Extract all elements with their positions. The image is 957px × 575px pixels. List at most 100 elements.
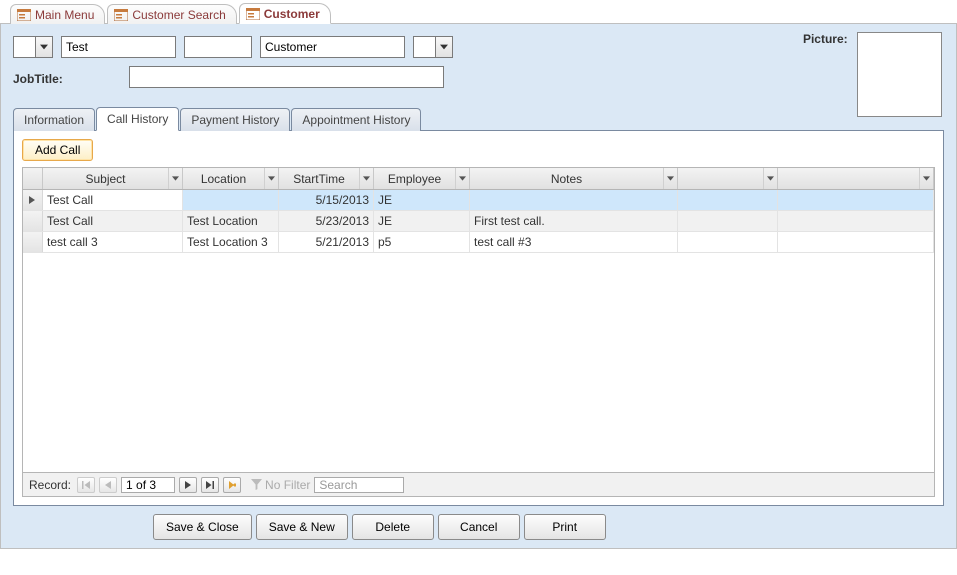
delete-button[interactable]: Delete <box>352 514 434 540</box>
chevron-down-icon[interactable] <box>919 168 933 189</box>
form-content: Picture: JobTitle: Information Call Hist… <box>0 24 957 549</box>
column-label: Location <box>183 172 264 186</box>
tab-customer-label: Customer <box>264 7 320 21</box>
cell-subject[interactable]: test call 3 <box>43 232 183 252</box>
suffix-combo[interactable] <box>413 36 453 58</box>
funnel-icon <box>251 479 262 490</box>
cell-starttime[interactable]: 5/21/2013 <box>279 232 374 252</box>
picture-frame[interactable] <box>857 32 942 117</box>
grid-header: Subject Location StartTime Employee <box>23 168 934 190</box>
tab-customer[interactable]: Customer <box>239 3 331 24</box>
nav-last-button[interactable] <box>201 477 219 493</box>
cell-employee[interactable]: JE <box>374 211 470 231</box>
cell-location[interactable]: Test Location 3 <box>183 232 279 252</box>
cell-subject[interactable]: Test Call <box>43 190 183 210</box>
cancel-button[interactable]: Cancel <box>438 514 520 540</box>
chevron-down-icon[interactable] <box>663 168 677 189</box>
form-icon <box>17 9 31 21</box>
tab-appointment-history[interactable]: Appointment History <box>291 108 421 131</box>
tab-customer-search[interactable]: Customer Search <box>107 4 236 24</box>
table-row[interactable]: test call 3 Test Location 3 5/21/2013 p5… <box>23 232 934 253</box>
cell-empty[interactable] <box>678 232 778 252</box>
table-row[interactable]: Test Call 5/15/2013 JE <box>23 190 934 211</box>
tab-information[interactable]: Information <box>13 108 95 131</box>
cell-employee[interactable]: JE <box>374 190 470 210</box>
chevron-down-icon[interactable] <box>359 168 373 189</box>
column-header-employee[interactable]: Employee <box>374 168 470 189</box>
tab-call-history[interactable]: Call History <box>96 107 179 131</box>
call-history-panel: Add Call Subject Location StartTime <box>13 130 944 506</box>
jobtitle-input[interactable] <box>129 66 444 88</box>
row-selector[interactable] <box>23 211 43 231</box>
cell-starttime[interactable]: 5/15/2013 <box>279 190 374 210</box>
chevron-down-icon[interactable] <box>264 168 278 189</box>
column-header-notes[interactable]: Notes <box>470 168 678 189</box>
form-icon <box>246 8 260 20</box>
nav-new-button[interactable] <box>223 477 241 493</box>
column-label: Employee <box>374 172 455 186</box>
filter-indicator[interactable]: No Filter <box>251 478 310 492</box>
tab-payment-history[interactable]: Payment History <box>180 108 290 131</box>
table-row[interactable]: Test Call Test Location 5/23/2013 JE Fir… <box>23 211 934 232</box>
grid-body[interactable]: Test Call 5/15/2013 JE Test Call Test Lo… <box>23 190 934 472</box>
call-history-grid: Subject Location StartTime Employee <box>22 167 935 497</box>
cell-notes[interactable] <box>470 190 678 210</box>
picture-label: Picture: <box>803 32 848 46</box>
footer-button-bar: Save & Close Save & New Delete Cancel Pr… <box>153 514 944 540</box>
chevron-down-icon[interactable] <box>455 168 469 189</box>
row-selector[interactable] <box>23 232 43 252</box>
print-button[interactable]: Print <box>524 514 606 540</box>
cell-notes[interactable]: First test call. <box>470 211 678 231</box>
cell-empty[interactable] <box>678 190 778 210</box>
nav-prev-button[interactable] <box>99 477 117 493</box>
jobtitle-label: JobTitle: <box>13 72 63 86</box>
add-call-button[interactable]: Add Call <box>22 139 93 161</box>
column-label: StartTime <box>279 172 359 186</box>
last-name-input[interactable] <box>260 36 405 58</box>
save-new-button[interactable]: Save & New <box>256 514 348 540</box>
cell-notes[interactable]: test call #3 <box>470 232 678 252</box>
record-position-input[interactable] <box>121 477 175 493</box>
form-icon <box>114 9 128 21</box>
tab-main-menu[interactable]: Main Menu <box>10 4 105 24</box>
tab-main-menu-label: Main Menu <box>35 8 94 22</box>
save-close-button[interactable]: Save & Close <box>153 514 252 540</box>
cell-location[interactable] <box>183 190 279 210</box>
cell-empty[interactable] <box>678 211 778 231</box>
nav-first-button[interactable] <box>77 477 95 493</box>
middle-name-input[interactable] <box>184 36 252 58</box>
column-header-empty[interactable] <box>778 168 934 189</box>
picture-section: Picture: <box>803 32 942 120</box>
chevron-down-icon[interactable] <box>435 36 453 58</box>
no-filter-label: No Filter <box>265 478 310 492</box>
prefix-input[interactable] <box>13 36 35 58</box>
nav-next-button[interactable] <box>179 477 197 493</box>
record-label: Record: <box>29 478 71 492</box>
cell-empty[interactable] <box>778 232 934 252</box>
column-header-starttime[interactable]: StartTime <box>279 168 374 189</box>
column-header-location[interactable]: Location <box>183 168 279 189</box>
top-tab-bar: Main Menu Customer Search Customer <box>0 0 957 24</box>
row-selector[interactable] <box>23 190 43 210</box>
cell-location[interactable]: Test Location <box>183 211 279 231</box>
select-all-corner[interactable] <box>23 168 43 189</box>
cell-subject[interactable]: Test Call <box>43 211 183 231</box>
column-label: Subject <box>43 172 168 186</box>
cell-empty[interactable] <box>778 190 934 210</box>
column-header-empty[interactable] <box>678 168 778 189</box>
chevron-down-icon[interactable] <box>168 168 182 189</box>
cell-starttime[interactable]: 5/23/2013 <box>279 211 374 231</box>
tab-customer-search-label: Customer Search <box>132 8 225 22</box>
prefix-combo[interactable] <box>13 36 53 58</box>
column-header-subject[interactable]: Subject <box>43 168 183 189</box>
column-label: Notes <box>470 172 663 186</box>
first-name-input[interactable] <box>61 36 176 58</box>
record-navigator: Record: No Filter <box>23 472 934 496</box>
current-row-icon <box>29 196 37 204</box>
record-search-input[interactable] <box>314 477 404 493</box>
chevron-down-icon[interactable] <box>763 168 777 189</box>
chevron-down-icon[interactable] <box>35 36 53 58</box>
cell-employee[interactable]: p5 <box>374 232 470 252</box>
cell-empty[interactable] <box>778 211 934 231</box>
suffix-input[interactable] <box>413 36 435 58</box>
